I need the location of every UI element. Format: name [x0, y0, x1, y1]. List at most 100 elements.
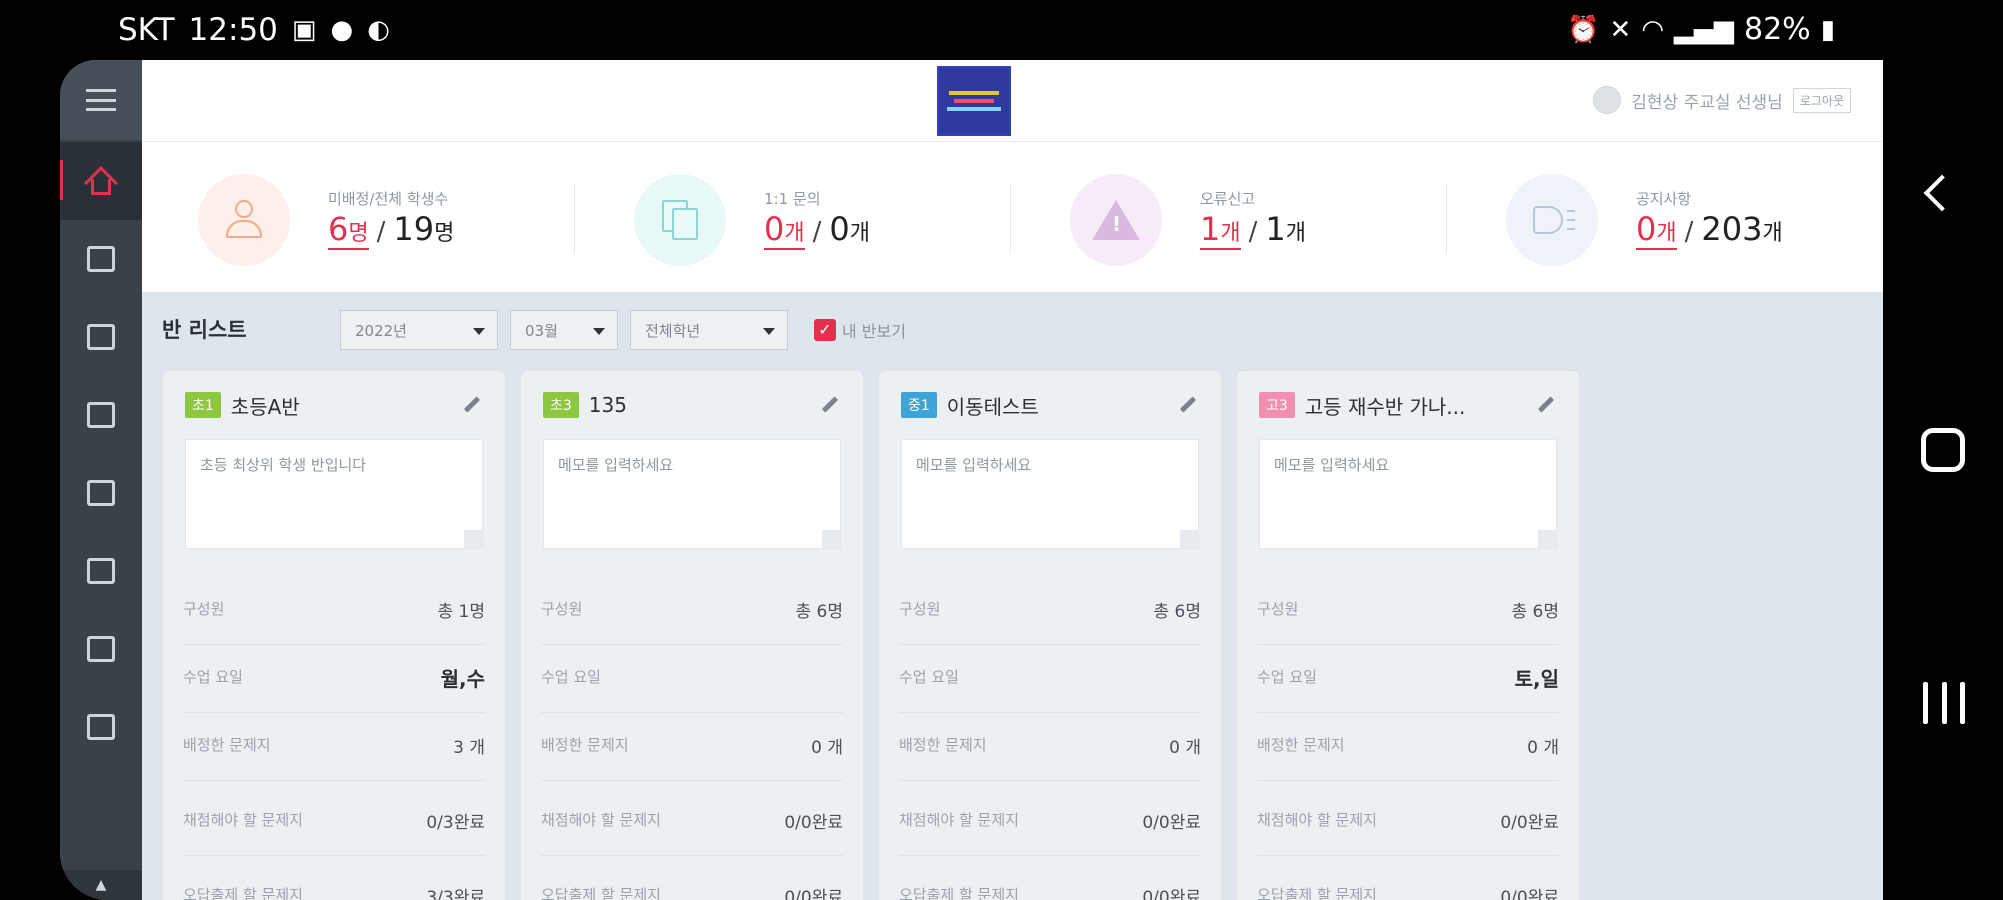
nav-document[interactable] [60, 532, 142, 610]
year-select-value: 2022년 [355, 321, 407, 340]
class-title[interactable]: 135 [589, 393, 627, 417]
brand-logo[interactable] [937, 66, 1011, 136]
info-row: 오답출제 할 문제지 0/0완료 [899, 861, 1201, 900]
hamburger-icon [86, 89, 116, 111]
scroll-up-button[interactable]: ▲ [60, 870, 142, 900]
info-value: 3/3완료 [426, 888, 485, 900]
stats-bar: 미배정/전체 학생수 6명/19명 1:1 문의 0개/0개 ! 오류신고 1개… [142, 142, 1883, 292]
info-row: 오답출제 할 문제지 3/3완료 [183, 861, 485, 900]
info-value: 0/3완료 [426, 813, 485, 833]
info-row: 배정한 문제지 0 개 [1257, 711, 1559, 781]
video-icon [87, 714, 115, 740]
memo-field[interactable]: 초등 최상위 학생 반입니다 [185, 439, 483, 549]
mute-icon: ✕ [1609, 14, 1632, 45]
logout-button[interactable]: 로그아웃 [1792, 87, 1851, 113]
my-class-checkbox[interactable]: ✓ 내 반보기 [814, 318, 906, 342]
info-label: 오답출제 할 문제지 [899, 885, 1019, 900]
signal-icon: ▂▄▆ [1674, 14, 1734, 45]
stat-error-report[interactable]: 오류신고 1개/1개 [1014, 142, 1444, 292]
class-card[interactable]: 초3 135 메모를 입력하세요 구성원 총 6명 수업 요일 배정한 문제지 0 개 채점해야… [520, 370, 864, 900]
info-label: 오답출제 할 문제지 [183, 885, 303, 900]
month-select[interactable]: 03월 [510, 310, 618, 350]
info-label: 구성원 [183, 599, 225, 618]
divider [1446, 184, 1447, 254]
memo-text: 초등 최상위 학생 반입니다 [200, 456, 367, 474]
info-label: 오답출제 할 문제지 [1257, 885, 1377, 900]
checkbox-checked-icon[interactable]: ✓ [814, 319, 836, 341]
home-button-icon[interactable] [1921, 428, 1965, 472]
app-window: ▲ 김현상 주교실 선생님 로그아웃 미배정/전체 학생수 6명/19명 1:1… [60, 60, 1883, 900]
stat-label: 오류신고 [1200, 190, 1256, 208]
info-row: 배정한 문제지 3 개 [183, 711, 485, 781]
info-label: 배정한 문제지 [183, 735, 271, 754]
class-title[interactable]: 고등 재수반 가나... [1305, 391, 1466, 420]
nav-video[interactable] [60, 688, 142, 766]
alarm-icon: ⏰ [1567, 14, 1600, 45]
info-label: 구성원 [541, 599, 583, 618]
top-header: 김현상 주교실 선생님 로그아웃 [142, 60, 1883, 142]
status-bar: SKT 12:50 ▣ ● ◐ ⏰ ✕ ◠ ▂▄▆ 82% ▮ [0, 0, 2003, 60]
class-card[interactable]: 초1 초등A반 초등 최상위 학생 반입니다 구성원 총 1명 수업 요일 월,수 배정한 문… [162, 370, 506, 900]
carrier-label: SKT [118, 12, 175, 48]
avatar [1593, 86, 1622, 114]
memo-field[interactable]: 메모를 입력하세요 [901, 439, 1199, 549]
grade-badge: 중1 [901, 392, 937, 418]
nav-stats[interactable] [60, 610, 142, 688]
memo-field[interactable]: 메모를 입력하세요 [543, 439, 841, 549]
back-icon[interactable] [1923, 174, 1961, 212]
warning-icon [1070, 174, 1162, 266]
info-value: 3 개 [453, 738, 485, 758]
info-label: 채점해야 할 문제지 [541, 810, 661, 829]
edit-pencil-icon[interactable] [1535, 393, 1557, 415]
info-value: 0/0완료 [1142, 888, 1201, 900]
nav-folder[interactable] [60, 376, 142, 454]
stat-inquiry[interactable]: 1:1 문의 0개/0개 [578, 142, 1008, 292]
user-area: 김현상 주교실 선생님 로그아웃 [1593, 86, 1851, 114]
class-title[interactable]: 초등A반 [231, 391, 300, 420]
memo-field[interactable]: 메모를 입력하세요 [1259, 439, 1557, 549]
book-icon [87, 324, 115, 350]
memo-fold [1180, 530, 1198, 548]
grade-badge: 초3 [543, 392, 579, 418]
inquiry-icon [634, 174, 726, 266]
memo-text: 메모를 입력하세요 [916, 456, 1032, 474]
status-right: ⏰ ✕ ◠ ▂▄▆ 82% ▮ [1567, 12, 1835, 47]
chat-icon: ● [330, 15, 354, 45]
edit-pencil-icon[interactable] [1177, 393, 1199, 415]
info-value: 0 개 [811, 738, 843, 758]
stat-students[interactable]: 미배정/전체 학생수 6명/19명 [142, 142, 572, 292]
info-label: 오답출제 할 문제지 [541, 885, 661, 900]
class-title[interactable]: 이동테스트 [947, 391, 1039, 420]
info-row: 배정한 문제지 0 개 [899, 711, 1201, 781]
memo-text: 메모를 입력하세요 [558, 456, 674, 474]
info-value: 총 6명 [1153, 602, 1202, 622]
stat-value: 6명/19명 [328, 210, 455, 250]
nav-home[interactable] [60, 142, 142, 220]
class-card[interactable]: 고3 고등 재수반 가나... 메모를 입력하세요 구성원 총 6명 수업 요일 토,일 배정… [1236, 370, 1580, 900]
class-card[interactable]: 중1 이동테스트 메모를 입력하세요 구성원 총 6명 수업 요일 배정한 문제지 0 개 채점… [878, 370, 1222, 900]
edit-pencil-icon[interactable] [819, 393, 841, 415]
stat-notice[interactable]: 공지사항 0개/203개 [1450, 142, 1880, 292]
nav-book[interactable] [60, 298, 142, 376]
caret-down-icon [593, 328, 605, 335]
recents-icon[interactable] [1923, 682, 1965, 724]
info-row: 오답출제 할 문제지 0/0완료 [541, 861, 843, 900]
nav-class[interactable] [60, 220, 142, 298]
stat-label: 공지사항 [1636, 190, 1692, 208]
grade-select[interactable]: 전체학년 [630, 310, 788, 350]
stat-value: 0개/203개 [1636, 210, 1783, 250]
edit-pencil-icon[interactable] [461, 393, 483, 415]
left-sidebar: ▲ [60, 60, 142, 900]
info-label: 채점해야 할 문제지 [1257, 810, 1377, 829]
battery-level: 82% [1744, 12, 1811, 47]
folder-icon [87, 402, 115, 428]
info-label: 채점해야 할 문제지 [183, 810, 303, 829]
info-row: 구성원 총 6명 [899, 575, 1201, 645]
menu-button[interactable] [60, 60, 142, 140]
stat-value: 0개/0개 [764, 210, 870, 250]
year-select[interactable]: 2022년 [340, 310, 498, 350]
info-row: 구성원 총 6명 [541, 575, 843, 645]
caret-down-icon [473, 328, 485, 335]
nav-question[interactable] [60, 454, 142, 532]
my-class-label: 내 반보기 [842, 322, 906, 341]
